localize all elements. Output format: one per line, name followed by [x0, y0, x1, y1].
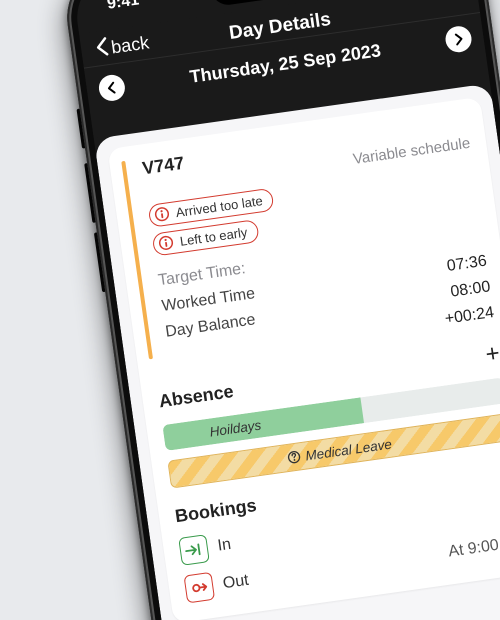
- booking-label: Out: [222, 572, 250, 593]
- schedule-code: V747: [141, 153, 186, 180]
- clock-in-icon: [178, 534, 210, 566]
- help-icon: [287, 449, 303, 465]
- bar-label: Medical Leave: [304, 436, 392, 463]
- day-card: V747 Variable schedule Arrived too late: [107, 97, 500, 620]
- content-sheet: V747 Variable schedule Arrived too late: [94, 83, 500, 620]
- flag-label: Left to early: [179, 224, 248, 248]
- chevron-left-icon: [94, 36, 111, 62]
- booking-time: At 9:00 AM: [447, 533, 500, 562]
- back-button[interactable]: back: [94, 30, 151, 61]
- schedule-type: Variable schedule: [349, 113, 471, 168]
- next-day-button[interactable]: [444, 25, 473, 54]
- info-icon: [157, 234, 175, 252]
- info-icon: [153, 205, 171, 223]
- prev-day-button[interactable]: [97, 73, 126, 102]
- booking-label: In: [217, 536, 233, 556]
- status-time: 9:41: [106, 0, 140, 14]
- clock-out-icon: [183, 572, 215, 604]
- back-label: back: [110, 32, 151, 58]
- flag-label: Arrived too late: [175, 193, 264, 220]
- section-heading: Absence: [158, 381, 235, 412]
- add-absence-button[interactable]: +: [484, 340, 500, 370]
